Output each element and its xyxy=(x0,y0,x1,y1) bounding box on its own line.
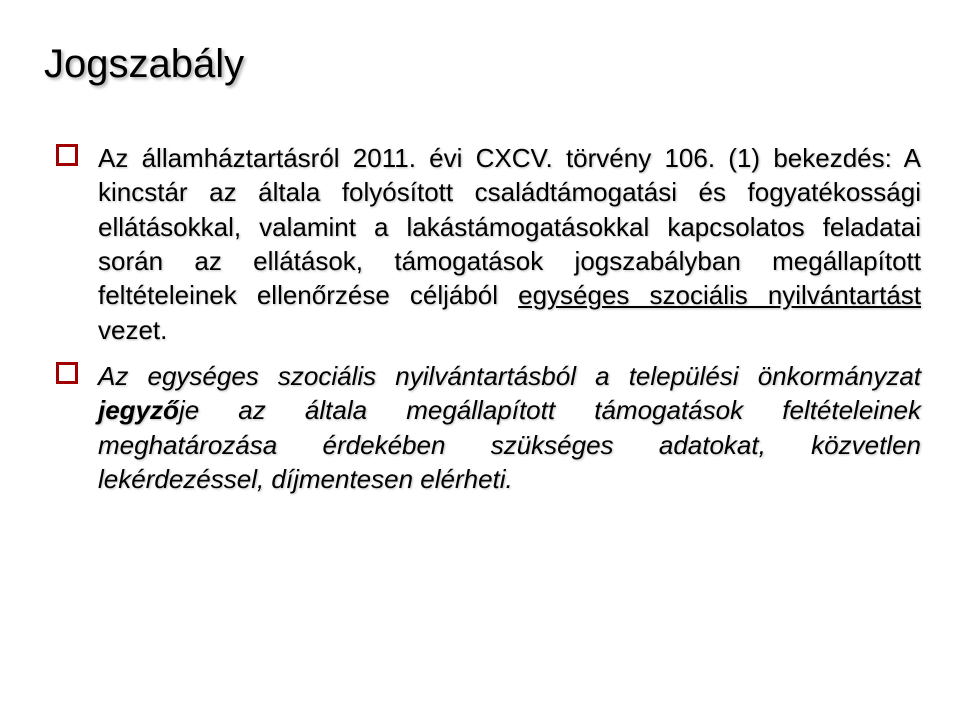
text-segment: Az egységes szociális nyilvántartásból a… xyxy=(98,361,921,391)
text-segment: je az általa megállapított támogatások f… xyxy=(98,395,921,494)
text-segment: egységes szociális nyilvántartást xyxy=(518,280,921,310)
square-bullet-icon xyxy=(56,362,78,384)
text-segment: vezet. xyxy=(98,315,167,345)
list-item: Az egységes szociális nyilvántartásból a… xyxy=(56,359,921,496)
page-title: Jogszabály xyxy=(44,42,921,87)
bullet-list: Az államháztartásról 2011. évi CXCV. tör… xyxy=(44,141,921,496)
list-item-text: Az egységes szociális nyilvántartásból a… xyxy=(98,361,921,494)
list-item-text: Az államháztartásról 2011. évi CXCV. tör… xyxy=(98,143,921,345)
square-bullet-icon xyxy=(56,144,78,166)
text-segment: jegyző xyxy=(98,395,179,425)
list-item: Az államháztartásról 2011. évi CXCV. tör… xyxy=(56,141,921,347)
